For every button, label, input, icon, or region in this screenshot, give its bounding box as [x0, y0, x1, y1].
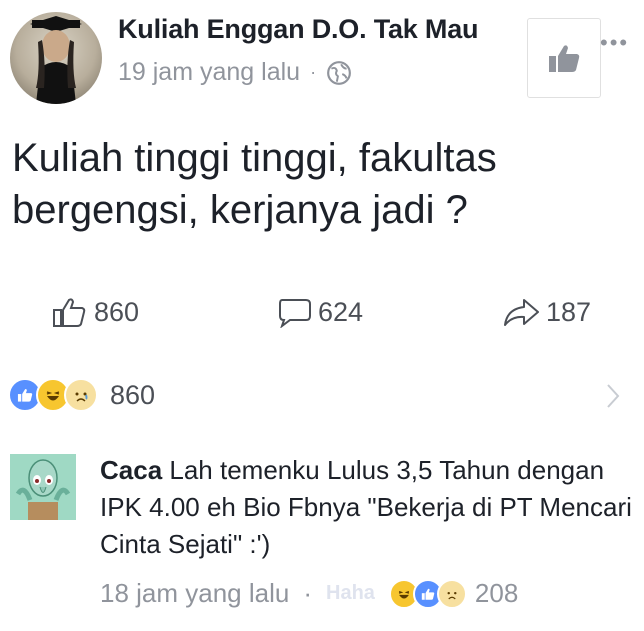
thumbs-up-icon	[549, 45, 580, 72]
like-page-button[interactable]	[527, 18, 601, 98]
squidward-avatar-icon	[10, 454, 76, 520]
comment-text: Lah temenku Lulus 3,5 Tahun dengan IPK 4…	[100, 455, 632, 559]
more-options-button[interactable]: •••	[600, 30, 629, 56]
commenter-avatar[interactable]	[10, 454, 76, 520]
share-arrow-icon	[504, 299, 539, 326]
comment-reactions[interactable]: 208	[388, 578, 519, 609]
reactions-summary[interactable]: 860	[8, 378, 155, 412]
react-haha-link[interactable]: Haha	[326, 582, 375, 605]
meta-separator: ·	[310, 62, 317, 82]
chevron-right-icon[interactable]	[605, 382, 621, 410]
comment-reaction-count: 208	[474, 578, 519, 608]
sad-reaction-icon	[64, 378, 98, 412]
comment-body: Caca Lah temenku Lulus 3,5 Tahun dengan …	[100, 452, 640, 563]
comment-meta: 18 jam yang lalu · Haha 208	[100, 578, 518, 609]
sad-reaction-icon	[436, 578, 467, 609]
post-timestamp[interactable]: 19 jam yang lalu	[118, 58, 300, 87]
page-avatar[interactable]	[10, 12, 102, 104]
post-meta: 19 jam yang lalu ·	[118, 58, 352, 87]
page-name[interactable]: Kuliah Enggan D.O. Tak Mau	[118, 14, 479, 45]
comment-timestamp[interactable]: 18 jam yang lalu	[100, 578, 289, 609]
like-button[interactable]: 860	[52, 296, 139, 328]
share-count: 187	[546, 296, 592, 327]
post-text: Kuliah tinggi tinggi, fakultas bergengsi…	[12, 136, 497, 232]
reaction-total: 860	[110, 379, 156, 410]
share-button[interactable]: 187	[502, 296, 591, 328]
comment-meta-separator: ·	[303, 578, 313, 608]
comment-bubble-icon	[279, 299, 311, 328]
graduate-photo-icon	[30, 16, 82, 104]
like-outline-icon	[53, 298, 86, 327]
commenter-name[interactable]: Caca	[100, 455, 162, 485]
comment-button[interactable]: 624	[276, 296, 363, 328]
like-count: 860	[94, 296, 140, 327]
globe-icon	[327, 60, 351, 85]
comment-count: 624	[318, 296, 364, 327]
